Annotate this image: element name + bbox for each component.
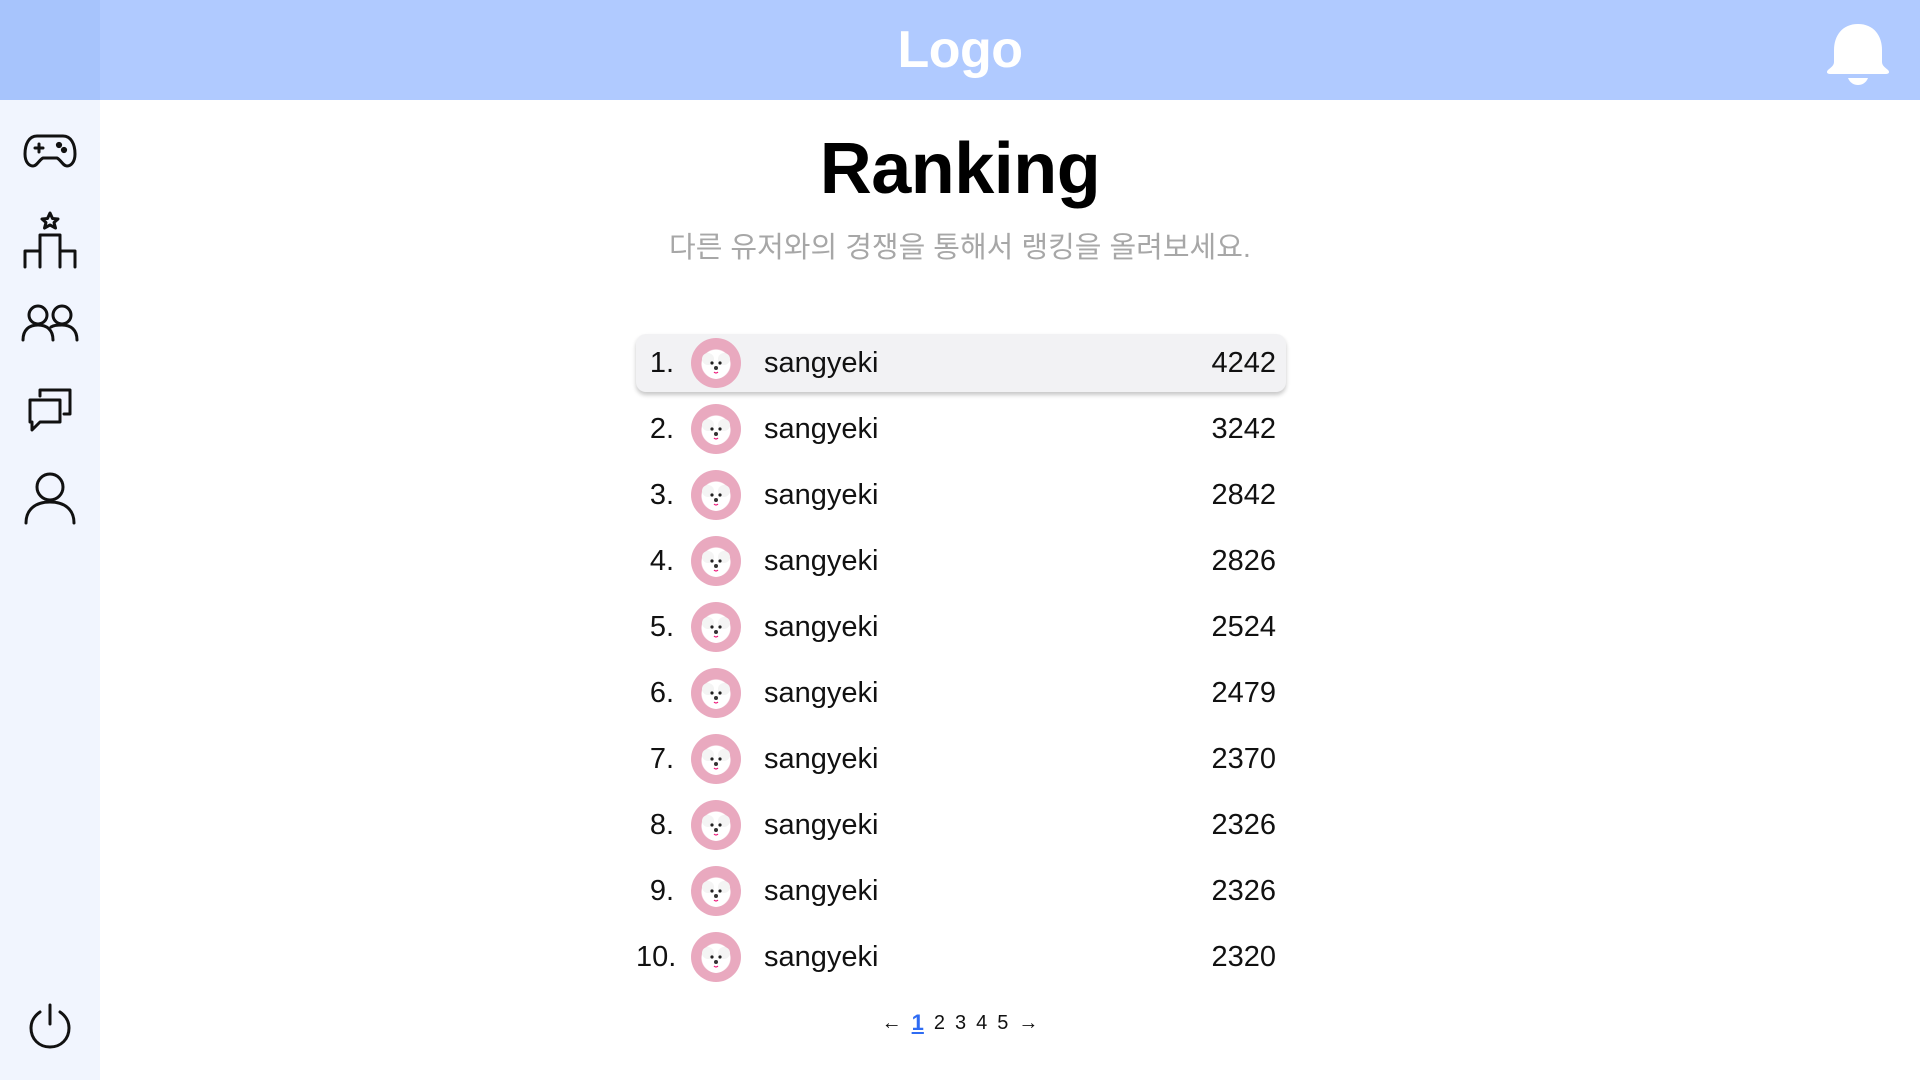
avatar[interactable] (691, 536, 741, 586)
avatar[interactable] (691, 932, 741, 982)
ranking-row[interactable]: 5. sangyeki 2524 (636, 598, 1286, 656)
rank-number: 4. (649, 545, 674, 577)
avatar[interactable] (691, 470, 741, 520)
username: sangyeki (764, 545, 879, 577)
ranking-row[interactable]: 10. sangyeki 2320 (636, 928, 1286, 986)
username: sangyeki (764, 743, 879, 775)
rank-number: 5. (649, 611, 674, 643)
page-title: Ranking (819, 129, 1101, 209)
username: sangyeki (764, 347, 879, 379)
ranking-row[interactable]: 1. sangyeki 4242 (636, 334, 1286, 392)
score: 2826 (1211, 545, 1276, 577)
gamepad-icon (23, 130, 77, 170)
sidebar-item-chat[interactable] (18, 378, 82, 442)
username: sangyeki (764, 677, 879, 709)
ranking-row[interactable]: 3. sangyeki 2842 (636, 466, 1286, 524)
ranking-row[interactable]: 2. sangyeki 3242 (636, 400, 1286, 458)
sidebar-item-friends[interactable] (18, 290, 82, 354)
rank-number: 2. (649, 413, 674, 445)
rank-number: 7. (649, 743, 674, 775)
ranking-row[interactable]: 9. sangyeki 2326 (636, 862, 1286, 920)
next-page-button[interactable]: → (1013, 1012, 1043, 1035)
username: sangyeki (764, 611, 879, 643)
avatar[interactable] (691, 602, 741, 652)
avatar[interactable] (691, 338, 741, 388)
page-link-1[interactable]: 1 (907, 1010, 929, 1036)
username: sangyeki (764, 941, 879, 973)
score: 2842 (1211, 479, 1276, 511)
logo[interactable]: Logo (0, 0, 1920, 100)
rank-number: 10. (636, 941, 677, 973)
avatar[interactable] (691, 866, 741, 916)
avatar[interactable] (691, 800, 741, 850)
chat-icon (26, 386, 74, 434)
sidebar-item-game[interactable] (18, 118, 82, 182)
rank-number: 8. (649, 809, 674, 841)
avatar[interactable] (691, 404, 741, 454)
username: sangyeki (764, 809, 879, 841)
score: 2326 (1211, 875, 1276, 907)
score: 2524 (1211, 611, 1276, 643)
page-link-3[interactable]: 3 (950, 1012, 971, 1035)
score: 2370 (1211, 743, 1276, 775)
username: sangyeki (764, 875, 879, 907)
sidebar-item-profile[interactable] (18, 466, 82, 530)
logout-button[interactable] (18, 994, 82, 1058)
page-link-2[interactable]: 2 (929, 1012, 950, 1035)
score: 2479 (1211, 677, 1276, 709)
score: 2320 (1211, 941, 1276, 973)
ranking-row[interactable]: 8. sangyeki 2326 (636, 796, 1286, 854)
username: sangyeki (764, 413, 879, 445)
user-icon (23, 471, 77, 525)
bell-icon[interactable] (1820, 20, 1896, 86)
rank-number: 1. (649, 347, 674, 379)
rank-number: 6. (649, 677, 674, 709)
ranking-row[interactable]: 4. sangyeki 2826 (636, 532, 1286, 590)
app-root: Logo Ranking 다른 유저와의 경쟁을 통해서 랭킹을 올려보세요. … (0, 0, 1920, 1080)
rank-number: 3. (649, 479, 674, 511)
rank-number: 9. (649, 875, 674, 907)
ranking-row[interactable]: 6. sangyeki 2479 (636, 664, 1286, 722)
score: 4242 (1211, 347, 1276, 379)
sidebar (0, 100, 100, 1080)
page-link-5[interactable]: 5 (992, 1012, 1013, 1035)
friends-icon (21, 302, 79, 342)
score: 2326 (1211, 809, 1276, 841)
score: 3242 (1211, 413, 1276, 445)
ranking-row[interactable]: 7. sangyeki 2370 (636, 730, 1286, 788)
ranking-list: 1. sangyeki 4242 2. sangyeki 3242 3. sangyeki 28… (636, 334, 1286, 994)
pagination: ← 1 2 3 4 5 → (100, 1010, 1820, 1036)
power-icon (28, 1002, 72, 1050)
podium-icon (22, 211, 78, 269)
username: sangyeki (764, 479, 879, 511)
avatar[interactable] (691, 734, 741, 784)
page-subtitle: 다른 유저와의 경쟁을 통해서 랭킹을 올려보세요. (669, 232, 1251, 264)
sidebar-item-ranking[interactable] (18, 208, 82, 272)
top-header: Logo (0, 0, 1920, 100)
prev-page-button[interactable]: ← (877, 1012, 907, 1035)
page-link-4[interactable]: 4 (971, 1012, 992, 1035)
avatar[interactable] (691, 668, 741, 718)
